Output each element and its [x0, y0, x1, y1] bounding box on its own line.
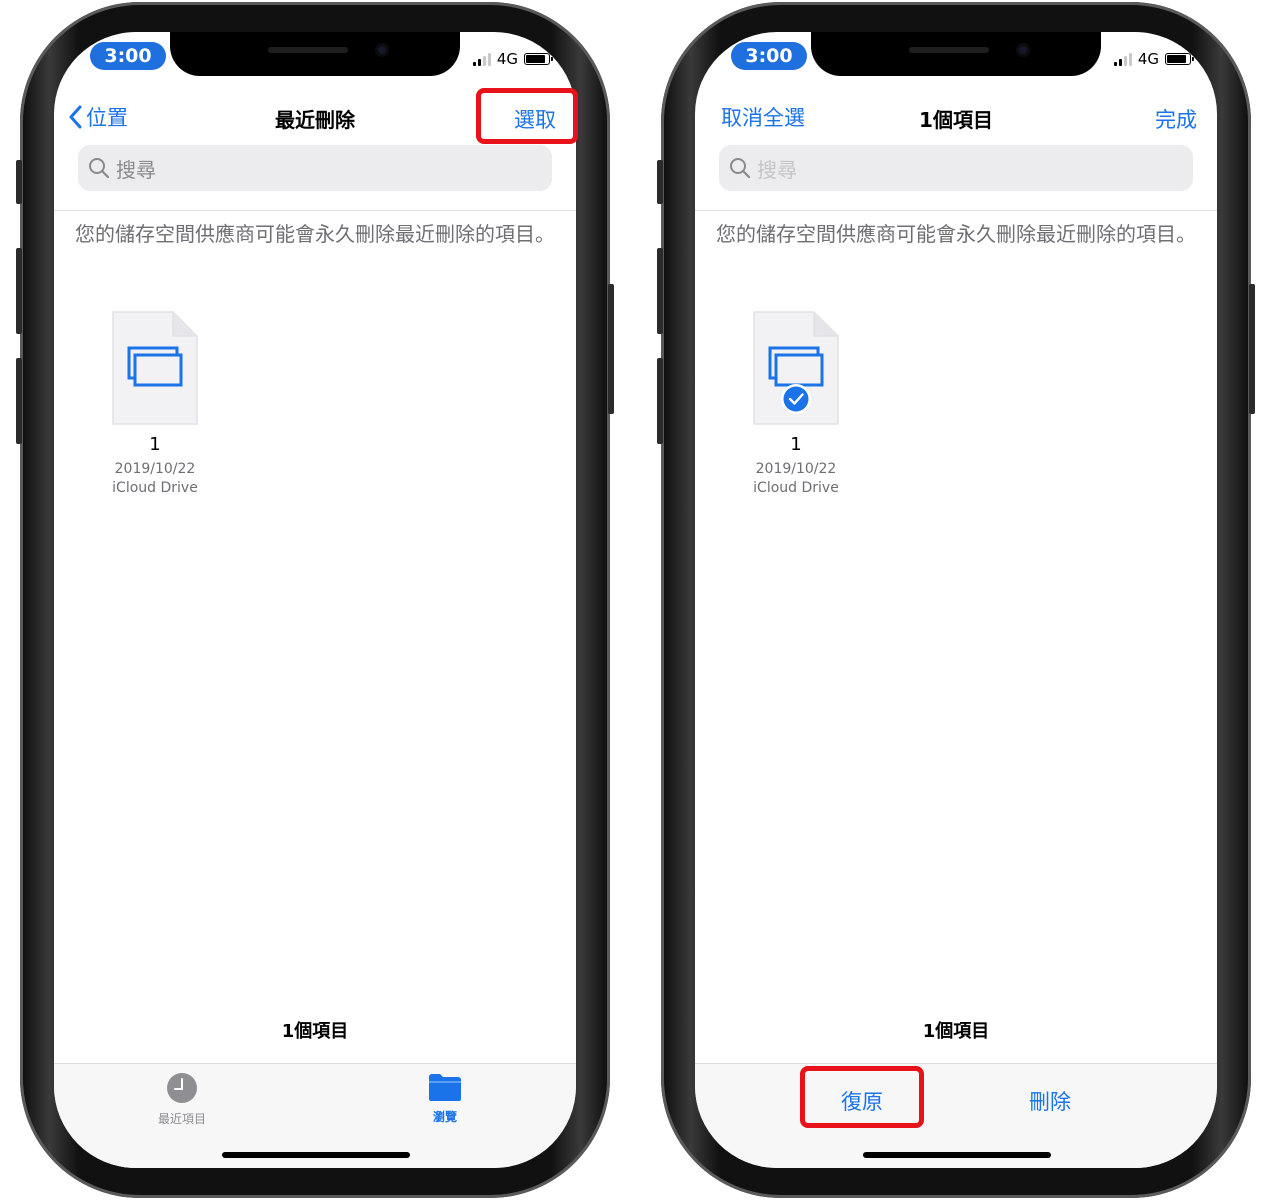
screen-mirror-file-icon [768, 346, 824, 387]
tab-recents-label: 最近項目 [157, 1112, 206, 1126]
page-title: 1個項目 [919, 108, 993, 132]
volume-up-button [657, 248, 663, 334]
item-count: 1個項目 [922, 1021, 990, 1042]
tab-browse-label: 瀏覽 [432, 1110, 457, 1124]
search-input[interactable]: 搜尋 [78, 145, 552, 191]
done-button[interactable]: 完成 [1155, 104, 1197, 134]
network-type: 4G [496, 50, 518, 68]
side-button [1249, 284, 1255, 414]
status-time: 3:00 [90, 42, 166, 70]
status-indicators: 4G [472, 50, 553, 68]
file-name: 1 [790, 434, 802, 455]
highlight-select-button [476, 88, 578, 144]
home-indicator[interactable] [863, 1152, 1051, 1158]
highlight-restore-button [800, 1066, 924, 1128]
document-icon [753, 311, 839, 425]
file-location: iCloud Drive [112, 480, 198, 496]
tab-browse[interactable]: 瀏覽 [385, 1072, 505, 1125]
file-location: iCloud Drive [753, 480, 839, 496]
battery-icon [1165, 53, 1194, 65]
notch [170, 32, 460, 76]
home-indicator[interactable] [222, 1152, 410, 1158]
checkmark-circle-icon [781, 384, 811, 414]
screen-mirror-file-icon [127, 346, 183, 387]
clock-icon [167, 1073, 197, 1103]
file-date: 2019/10/22 [755, 461, 837, 477]
file-item-selected[interactable] [752, 310, 840, 426]
volume-down-button [16, 358, 22, 444]
search-icon [89, 158, 110, 179]
phone-frame-left: 3:00 4G 位置 最近刪除 選取 搜尋 您的儲存空間供應商可能會永久刪除最近… [16, 2, 614, 1198]
delete-button[interactable]: 刪除 [1029, 1086, 1071, 1116]
item-count: 1個項目 [281, 1021, 349, 1042]
notch [811, 32, 1101, 76]
phone-frame-right: 3:00 4G 取消全選 1個項目 完成 搜尋 您的儲存空間供應商可能會永久刪除… [657, 2, 1255, 1198]
search-input[interactable]: 搜尋 [719, 145, 1193, 191]
navigation-bar: 取消全選 1個項目 完成 [695, 98, 1217, 138]
signal-icon [472, 52, 491, 66]
search-placeholder: 搜尋 [757, 157, 797, 182]
volume-down-button [657, 358, 663, 444]
folder-icon [429, 1074, 461, 1101]
file-date: 2019/10/22 [114, 461, 196, 477]
deletion-notice: 您的儲存空間供應商可能會永久刪除最近刪除的項目。 [716, 222, 1196, 246]
file-item[interactable] [111, 310, 199, 426]
divider [54, 210, 576, 211]
signal-icon [1113, 52, 1132, 66]
side-button [608, 284, 614, 414]
mute-switch [16, 160, 22, 204]
deletion-notice: 您的儲存空間供應商可能會永久刪除最近刪除的項目。 [75, 222, 555, 246]
search-placeholder: 搜尋 [116, 157, 156, 182]
screen-left: 3:00 4G 位置 最近刪除 選取 搜尋 您的儲存空間供應商可能會永久刪除最近… [54, 32, 576, 1168]
file-name: 1 [149, 434, 161, 455]
status-indicators: 4G [1113, 50, 1194, 68]
status-time: 3:00 [731, 42, 807, 70]
battery-icon [524, 53, 553, 65]
search-icon [730, 158, 751, 179]
document-icon [112, 311, 198, 425]
volume-up-button [16, 248, 22, 334]
network-type: 4G [1137, 50, 1159, 68]
screen-right: 3:00 4G 取消全選 1個項目 完成 搜尋 您的儲存空間供應商可能會永久刪除… [695, 32, 1217, 1168]
tab-recents[interactable]: 最近項目 [122, 1072, 242, 1127]
divider [695, 210, 1217, 211]
mute-switch [657, 160, 663, 204]
